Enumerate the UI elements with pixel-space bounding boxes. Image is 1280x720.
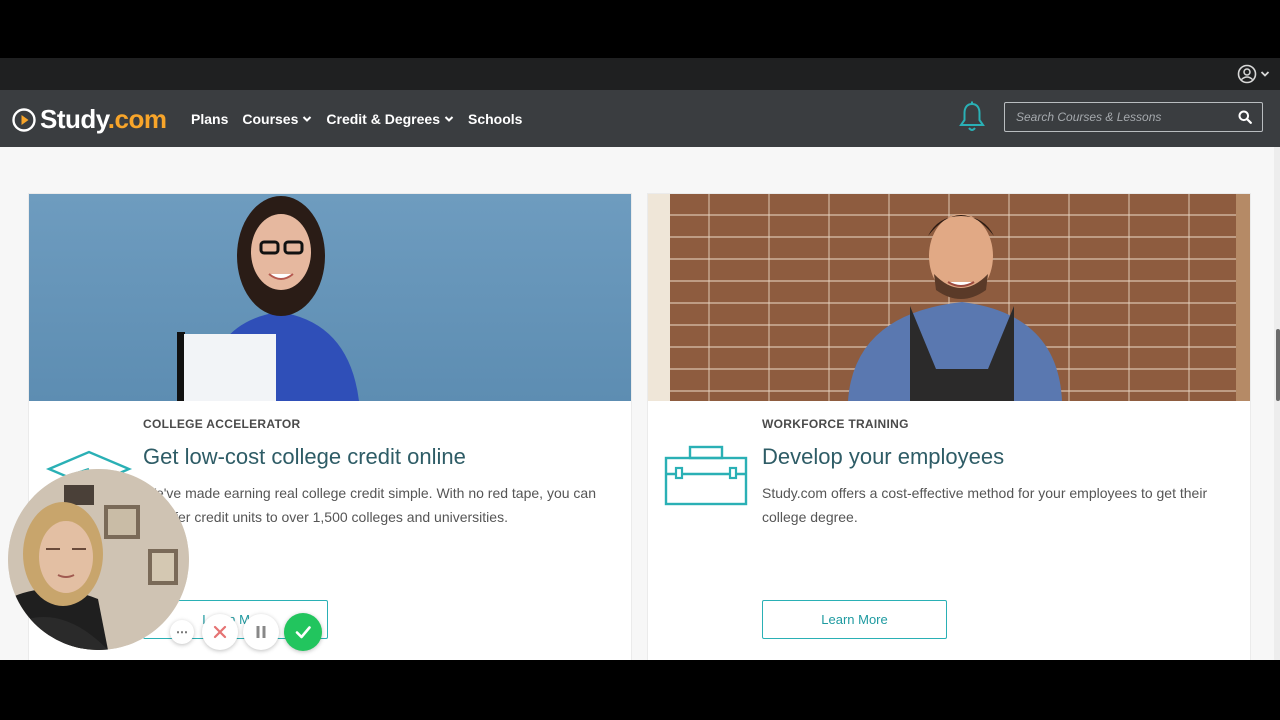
logo-main: Study: [40, 104, 108, 134]
webcam-presenter: [8, 469, 189, 650]
student-illustration: [177, 196, 359, 401]
nav-schools-label: Schools: [467, 110, 523, 127]
check-icon: [295, 626, 311, 639]
logo-domain: .com: [107, 104, 167, 134]
finish-recording-button[interactable]: [284, 613, 322, 651]
bottom-letterbox: [0, 660, 1280, 720]
nav-credit-label: Credit & Degrees: [326, 110, 440, 127]
user-circle-icon[interactable]: [1237, 64, 1257, 84]
search-box: [1004, 102, 1263, 132]
card-description: We've made earning real college credit s…: [143, 485, 596, 525]
card-description: Study.com offers a cost-effective method…: [762, 485, 1208, 525]
chevron-down-icon[interactable]: [1260, 69, 1270, 79]
search-input[interactable]: [1005, 109, 1233, 125]
search-icon[interactable]: [1238, 110, 1252, 124]
discard-recording-button[interactable]: [202, 614, 238, 650]
play-logo-icon: [12, 107, 36, 132]
student-photo: [29, 194, 631, 401]
nav-courses[interactable]: Courses: [242, 111, 312, 127]
nav-links: Plans Courses Credit & Degrees Schools: [191, 90, 522, 147]
nav-courses-label: Courses: [242, 110, 299, 127]
employee-illustration: [648, 194, 1250, 401]
card-title: Develop your employees: [762, 444, 1005, 469]
logo-text: Study.com: [40, 104, 167, 135]
employee-photo: [648, 194, 1250, 401]
study-logo[interactable]: Study.com: [12, 104, 167, 135]
nav-plans[interactable]: Plans: [191, 111, 228, 127]
scrollbar-track[interactable]: [1274, 147, 1280, 660]
main-navbar: Study.com Plans Courses Credit & Degrees…: [0, 90, 1280, 147]
chevron-down-icon: [444, 115, 454, 122]
top-utility-bar: [0, 58, 1280, 90]
bell-icon[interactable]: [958, 101, 986, 135]
pause-recording-button[interactable]: [243, 614, 279, 650]
pause-icon: [256, 626, 266, 638]
card-eyebrow: WORKFORCE TRAINING: [762, 417, 909, 431]
nav-plans-label: Plans: [191, 110, 229, 127]
briefcase-icon: [664, 444, 748, 513]
card-eyebrow: COLLEGE ACCELERATOR: [143, 417, 301, 431]
card-workforce-training: WORKFORCE TRAINING Develop your employee…: [647, 193, 1251, 660]
nav-schools[interactable]: Schools: [468, 111, 522, 127]
close-icon: [213, 625, 227, 639]
scrollbar-thumb[interactable]: [1276, 329, 1280, 401]
more-options-label: ⋯: [176, 625, 188, 639]
nav-credit-degrees[interactable]: Credit & Degrees: [326, 111, 454, 127]
learn-more-button[interactable]: Learn More: [762, 600, 947, 639]
webcam-overlay[interactable]: [8, 469, 189, 650]
more-options-button[interactable]: ⋯: [170, 620, 194, 644]
main-content: COLLEGE ACCELERATOR Get low-cost college…: [0, 147, 1280, 660]
card-title: Get low-cost college credit online: [143, 444, 466, 469]
user-menu[interactable]: [1237, 64, 1270, 84]
chevron-down-icon: [303, 115, 312, 122]
